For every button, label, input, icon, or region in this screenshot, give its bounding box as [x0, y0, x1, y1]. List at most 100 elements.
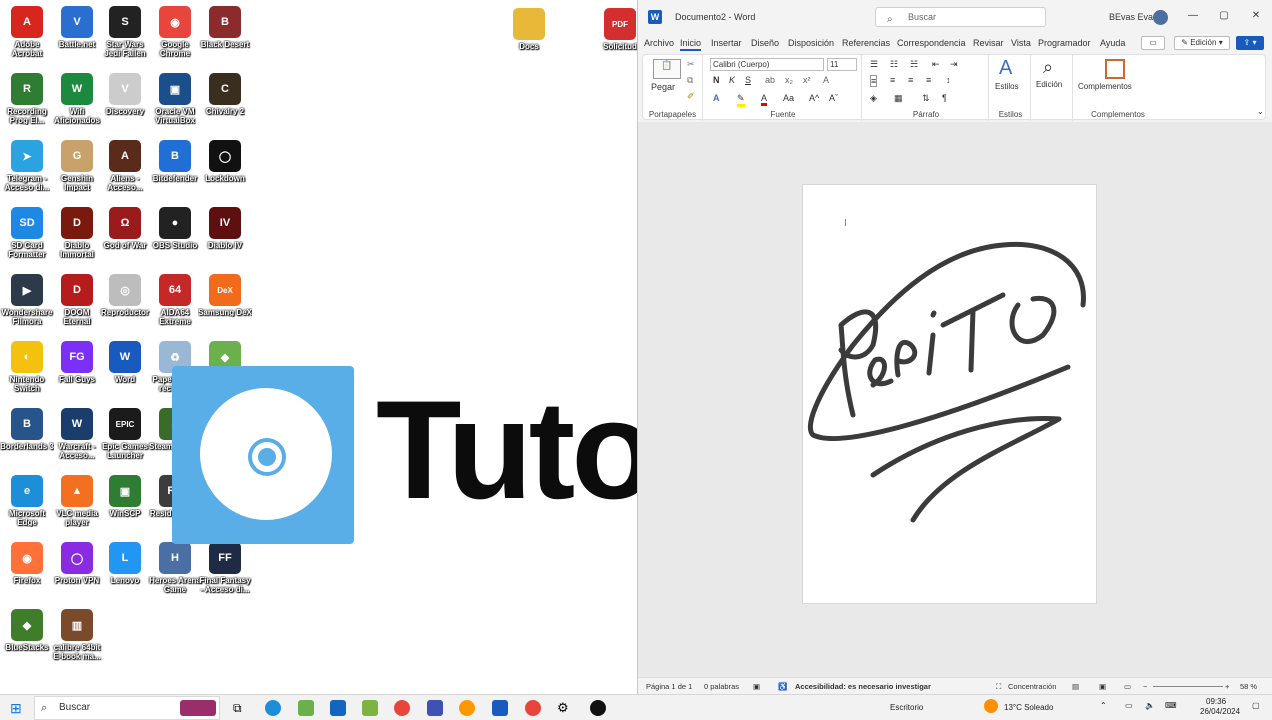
desktop-icon[interactable]: B Black Desert	[198, 2, 252, 49]
desktop-icon[interactable]: e Microsoft Edge	[0, 471, 54, 527]
align-left-icon[interactable]: ≡	[870, 75, 878, 87]
tray-chevron-icon[interactable]: ⌃	[1100, 701, 1107, 710]
tab-correspondencia[interactable]: Correspondencia	[897, 38, 966, 48]
desktop-icon[interactable]: FF Final Fantasy - Acceso di...	[198, 538, 252, 594]
multilevel-list-icon[interactable]: ☵	[910, 59, 918, 70]
chrome-taskbar-icon[interactable]	[394, 700, 410, 716]
word-taskbar-icon[interactable]	[492, 700, 508, 716]
desktop-icon[interactable]: ● OBS Studio	[148, 203, 202, 250]
change-case-icon[interactable]: Aa	[783, 93, 794, 103]
desktop-icon[interactable]: ➤ Telegram - Acceso di...	[0, 136, 54, 192]
maximize-button[interactable]: ▢	[1217, 9, 1231, 23]
subscript-icon[interactable]: x₂	[785, 75, 793, 85]
desktop-icon[interactable]: EPIC Epic Games Launcher	[98, 404, 152, 460]
highlight-icon[interactable]: ✎	[737, 93, 745, 107]
paste-button[interactable]: Pegar	[651, 82, 675, 92]
desktop-icon[interactable]: W Word	[98, 337, 152, 384]
tab-disposición[interactable]: Disposición	[788, 38, 834, 48]
font-color-icon[interactable]: A	[761, 93, 768, 106]
read-mode-icon[interactable]: ▤	[1072, 682, 1079, 691]
borders-icon[interactable]: ▦	[894, 93, 903, 104]
desktop-icon[interactable]: ▲ VLC media player	[50, 471, 104, 527]
tab-vista[interactable]: Vista	[1011, 38, 1031, 48]
signature-drawing[interactable]	[803, 185, 1098, 605]
volume-icon[interactable]: 🔈	[1145, 701, 1155, 710]
addins-icon[interactable]	[1105, 59, 1125, 79]
zoom-in-icon[interactable]: +	[1225, 682, 1229, 691]
decrease-indent-icon[interactable]: ⇤	[932, 59, 940, 70]
tab-revisar[interactable]: Revisar	[973, 38, 1004, 48]
page-count[interactable]: Página 1 de 1	[646, 682, 692, 691]
desktop-icon[interactable]: W Warcraft - Acceso...	[50, 404, 104, 460]
styles-button[interactable]: Estilos	[995, 82, 1019, 91]
desktop-icon[interactable]: ▥ calibre 64bit E-book ma...	[50, 605, 104, 661]
increase-indent-icon[interactable]: ⇥	[950, 59, 958, 70]
desktop-icon[interactable]: C Chivalry 2	[198, 69, 252, 116]
desktop-icon[interactable]: ▣ Oracle VM VirtualBox	[148, 69, 202, 125]
desktop-folder-docs[interactable]: Docs	[502, 4, 556, 51]
spellcheck-icon[interactable]: ▣	[753, 682, 760, 691]
chrome-profile-taskbar-icon[interactable]	[525, 700, 541, 716]
find-icon[interactable]: ⌕	[1043, 57, 1053, 78]
show-marks-icon[interactable]: ¶	[942, 93, 947, 103]
tab-ayuda[interactable]: Ayuda	[1100, 38, 1125, 48]
desktop-icon[interactable]: S Star Wars Jedi Fallen Order	[98, 2, 152, 58]
desktop-icon[interactable]: A Aliens - Acceso...	[98, 136, 152, 192]
desktop-icon[interactable]: FG Fall Guys	[50, 337, 104, 384]
word-count[interactable]: 0 palabras	[704, 682, 739, 691]
line-spacing-icon[interactable]: ↕	[946, 75, 951, 85]
font-name-select[interactable]: Calibri (Cuerpo)	[710, 58, 824, 71]
sort-icon[interactable]: ⇅	[922, 93, 930, 104]
desktop-icon[interactable]: D DOOM Eternal	[50, 270, 104, 326]
desktop-icon[interactable]: ▣ WinSCP	[98, 471, 152, 518]
weather-text[interactable]: 13°C Soleado	[1004, 703, 1053, 712]
desktop-icon[interactable]: L Lenovo	[98, 538, 152, 585]
clock-date[interactable]: 26/04/2024	[1200, 707, 1240, 716]
desktop-icon[interactable]: D Diablo Immortal	[50, 203, 104, 259]
desktop-icon[interactable]: H Heroes Arena Game	[148, 538, 202, 594]
avatar[interactable]	[1153, 10, 1168, 25]
notepad-taskbar-icon[interactable]	[362, 700, 378, 716]
search-box[interactable]: ⌕ Buscar	[875, 7, 1046, 27]
collapse-ribbon-icon[interactable]: ⌄	[1257, 107, 1264, 116]
bullets-icon[interactable]: ☰	[870, 59, 878, 70]
desktop-icon[interactable]: ◉ Firefox	[0, 538, 54, 585]
comments-button[interactable]: ▭	[1141, 36, 1165, 50]
text-effects-icon[interactable]: A	[713, 93, 720, 103]
align-center-icon[interactable]: ≡	[890, 75, 895, 85]
desktop-icon[interactable]: IV Diablo IV	[198, 203, 252, 250]
close-button[interactable]: ✕	[1249, 9, 1263, 23]
store-taskbar-icon[interactable]	[330, 700, 346, 716]
desktop-icon[interactable]: B Bitdefender	[148, 136, 202, 183]
desktop-icon[interactable]: A Adobe Acrobat	[0, 2, 54, 58]
desktop-icon[interactable]: ◎ Reproductor	[98, 270, 152, 317]
tab-insertar[interactable]: Insertar	[711, 38, 742, 48]
accessibility-status[interactable]: Accesibilidad: es necesario investigar	[795, 682, 931, 691]
share-button[interactable]: ⇪ ▾	[1236, 36, 1264, 50]
desktop-icon[interactable]: DeX Samsung DeX	[198, 270, 252, 317]
minimize-button[interactable]: —	[1186, 9, 1200, 23]
desktop-icon[interactable]: R Recording Prog El...	[0, 69, 54, 125]
font-size-select[interactable]: 11	[827, 58, 857, 71]
desktop-icon[interactable]: ◉ Google Chrome	[148, 2, 202, 58]
weather-icon[interactable]	[984, 699, 998, 713]
desktop-icon[interactable]: SD SD Card Formatter	[0, 203, 54, 259]
user-name[interactable]: BEvas Evas	[1109, 12, 1158, 22]
bold-button[interactable]: N	[713, 75, 720, 85]
align-right-icon[interactable]: ≡	[908, 75, 913, 85]
document-canvas[interactable]	[638, 122, 1272, 677]
editing-button[interactable]: Edición	[1036, 80, 1062, 89]
tab-diseño[interactable]: Diseño	[751, 38, 779, 48]
document-page[interactable]	[802, 184, 1097, 604]
addins-button[interactable]: Complementos	[1078, 82, 1132, 91]
desktop-icon[interactable]: G Genshin Impact	[50, 136, 104, 192]
focus-button[interactable]: Concentración	[1008, 682, 1056, 691]
underline-button[interactable]: S	[745, 75, 751, 85]
desktop-icon[interactable]: ▶ Wondershare Filmora	[0, 270, 54, 326]
editing-mode-button[interactable]: ✎ Edición ▾	[1174, 36, 1230, 50]
desktop-icon[interactable]: ◯ Lockdown	[198, 136, 252, 183]
desktop-icon[interactable]: 64 AIDA64 Extreme	[148, 270, 202, 326]
word-window[interactable]: W Documento2 - Word ⌕ Buscar BEvas Evas …	[637, 0, 1272, 694]
zoom-out-icon[interactable]: −	[1143, 682, 1147, 691]
desktop-icon[interactable]: Ω God of War	[98, 203, 152, 250]
